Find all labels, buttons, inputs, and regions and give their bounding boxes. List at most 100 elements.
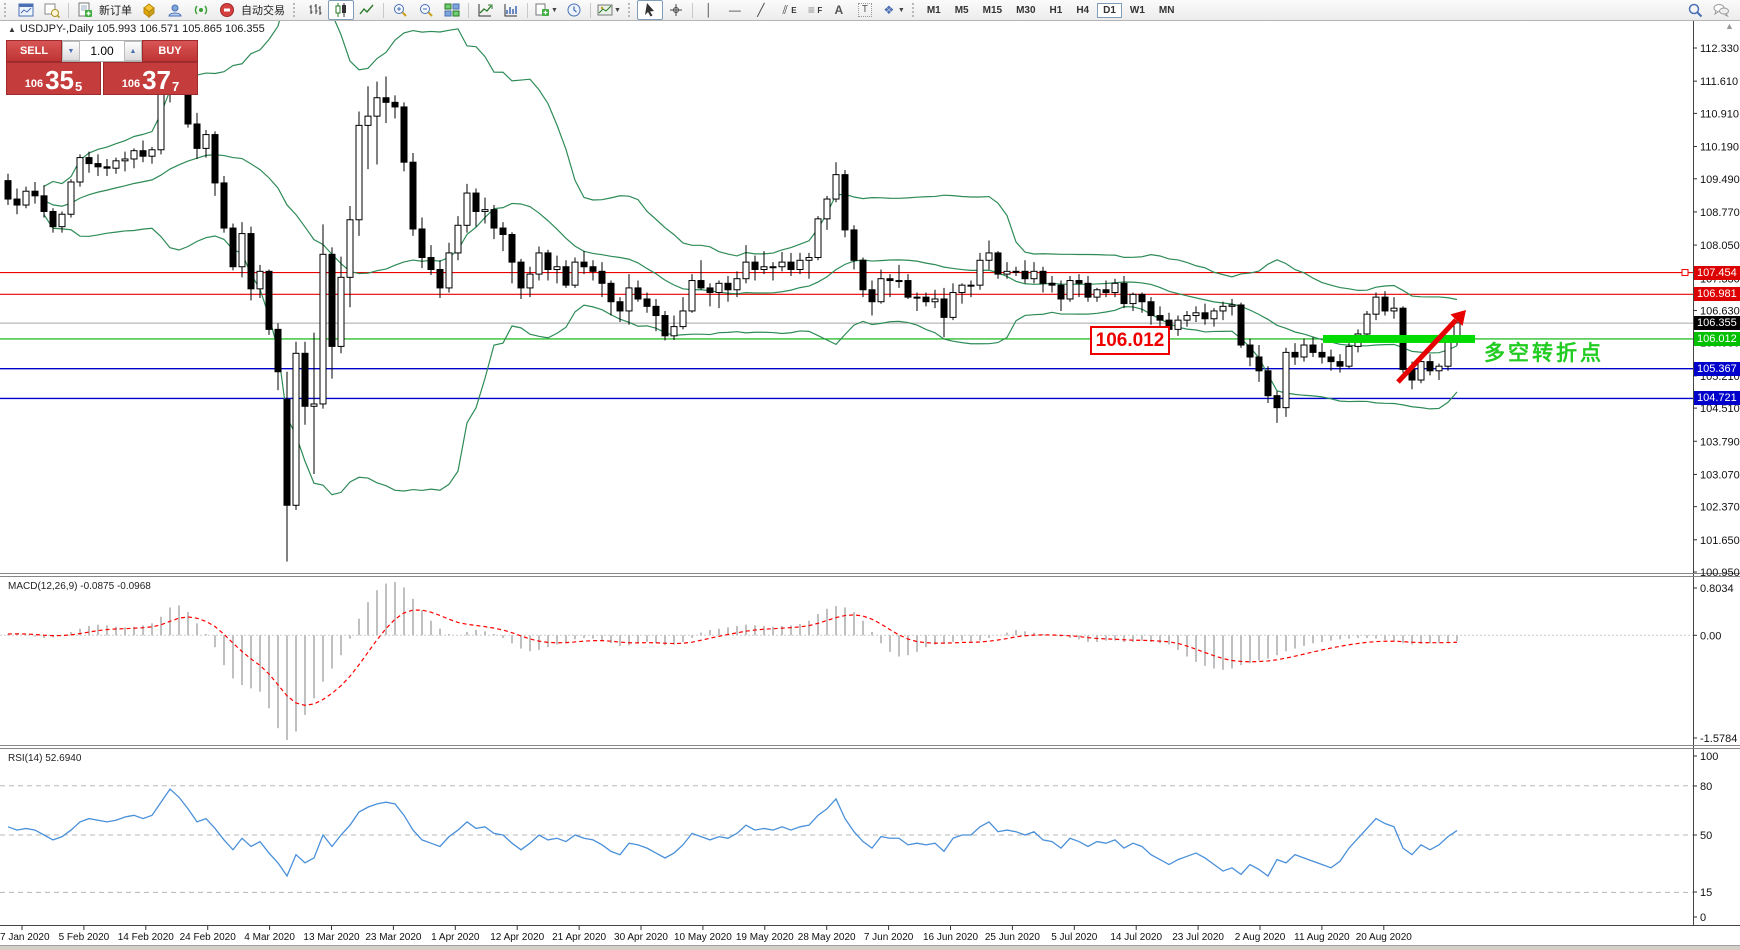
candle-body [698,281,704,288]
candlestick-type-button[interactable] [328,0,354,20]
chart-canvas[interactable]: 112.330111.610110.910110.190109.490108.7… [0,0,1740,949]
chart-symbol-title[interactable]: ▲USDJPY-,Daily 105.993 106.571 105.865 1… [8,23,265,35]
timeframe-M5[interactable]: M5 [949,3,975,18]
chat-icon[interactable] [1708,0,1734,20]
zoom-out-button[interactable] [413,0,439,20]
candle-body [779,262,785,267]
line-chart-type-button[interactable] [354,0,380,20]
axis-tick-label: 110.190 [1700,142,1739,154]
new-order-label[interactable]: 新订单 [99,2,132,18]
candle-body [437,270,443,288]
vertical-line-tool[interactable]: │ [696,0,722,20]
fibonacci-tool[interactable]: ≡F [800,0,826,20]
horizontal-line-tool[interactable]: — [722,0,748,20]
candle-body [230,228,236,267]
time-tick-label: 24 Feb 2020 [180,932,237,943]
indicators-button[interactable] [472,0,498,20]
toolbar-grip[interactable] [293,3,299,17]
candle-body [842,175,848,230]
toolbar-grip[interactable] [628,3,634,17]
candle-body [1112,283,1118,292]
time-tick-label: 5 Jul 2020 [1051,932,1098,943]
text-tool[interactable]: A [826,0,852,20]
price-tag-106.981: 106.981 [1694,287,1740,301]
axis-tick-label: 112.330 [1700,43,1739,55]
timeframe-M30[interactable]: M30 [1010,3,1041,18]
chart-profiles-button[interactable] [39,0,65,20]
price-tag-105.367: 105.367 [1694,362,1740,376]
arrows-tool-dropdown[interactable]: ❖▼ [878,0,908,20]
trendline-tool[interactable]: ╱ [748,0,774,20]
sell-price-display[interactable]: 106355 [6,62,101,95]
time-tick-label: 2 Aug 2020 [1235,932,1286,943]
candle-body [284,399,290,505]
timeframe-D1[interactable]: D1 [1097,3,1122,18]
candle-body [1265,371,1271,396]
time-tick-label: 14 Feb 2020 [118,932,175,943]
market-button[interactable] [136,0,162,20]
time-tick-label: 23 Mar 2020 [365,932,422,943]
candle-body [788,262,794,269]
new-order-button[interactable] [72,0,98,20]
buy-button[interactable]: BUY [142,40,198,62]
volume-increase-button[interactable]: ▲ [124,41,142,61]
candle-body [1328,357,1334,362]
collapse-panel-icon[interactable]: ▲ [8,25,16,34]
timeframe-M1[interactable]: M1 [921,3,947,18]
price-annotation-box[interactable]: 106.012 [1090,326,1170,355]
time-tick-label: 7 Jun 2020 [864,932,914,943]
timeframe-W1[interactable]: W1 [1124,3,1151,18]
candle-body [545,253,551,270]
signals-button[interactable] [188,0,214,20]
price-axis[interactable]: 112.330111.610110.910110.190109.490108.7… [1693,43,1740,924]
bar-chart-type-button[interactable] [302,0,328,20]
period-clock-button[interactable] [561,0,587,20]
autotrade-label[interactable]: 自动交易 [241,2,285,18]
toolbar-grip[interactable] [912,3,918,17]
time-tick-label: 11 Aug 2020 [1294,932,1350,943]
volume-decrease-button[interactable]: ▼ [62,41,80,61]
timeframe-H1[interactable]: H1 [1044,3,1069,18]
buy-price-sup: 7 [172,80,179,93]
toolbar-grip[interactable] [4,3,10,17]
candle-body [518,262,524,288]
axis-tick-label: 109.490 [1700,174,1740,186]
cursor-tool-button[interactable] [637,0,663,20]
chart-shift-marker[interactable]: ▲ [1725,21,1734,31]
candle-body [122,159,128,161]
timeframe-H4[interactable]: H4 [1070,3,1095,18]
candle-body [1004,271,1010,274]
channel-tool[interactable]: ⫽E [774,0,800,20]
zoom-in-button[interactable] [387,0,413,20]
autotrade-button[interactable] [214,0,240,20]
tile-windows-button[interactable] [439,0,465,20]
time-axis[interactable]: 27 Jan 20205 Feb 202014 Feb 202024 Feb 2… [0,926,1412,943]
line-handle[interactable] [1682,270,1688,276]
timeframe-MN[interactable]: MN [1153,3,1181,18]
volume-input[interactable] [80,41,124,61]
candle-body [482,210,488,212]
templates-button[interactable]: ▼ [594,0,624,20]
candle-body [590,267,596,272]
search-icon[interactable] [1682,0,1708,20]
candle-body [500,228,506,234]
sell-button[interactable]: SELL [6,40,62,62]
axis-tick-label: 111.610 [1700,76,1738,88]
candlestick-series [5,53,1460,561]
community-button[interactable] [162,0,188,20]
axis-tick-label: 102.370 [1700,502,1740,514]
chinese-note-annotation[interactable]: 多空转折点 [1484,337,1604,367]
timeframe-M15[interactable]: M15 [977,3,1008,18]
crosshair-tool-button[interactable] [663,0,689,20]
candle-body [671,327,677,336]
candle-body [635,288,641,299]
text-label-tool[interactable]: T [852,0,878,20]
add-indicator-dropdown[interactable]: ▼ [531,0,561,20]
green-highlight-bar[interactable] [1323,335,1475,343]
buy-price-display[interactable]: 106377 [103,62,198,95]
support-highlight[interactable] [1323,335,1475,343]
candle-body [194,124,200,148]
new-chart-button[interactable] [13,0,39,20]
indicator-list-button[interactable] [498,0,524,20]
candle-body [941,299,947,317]
